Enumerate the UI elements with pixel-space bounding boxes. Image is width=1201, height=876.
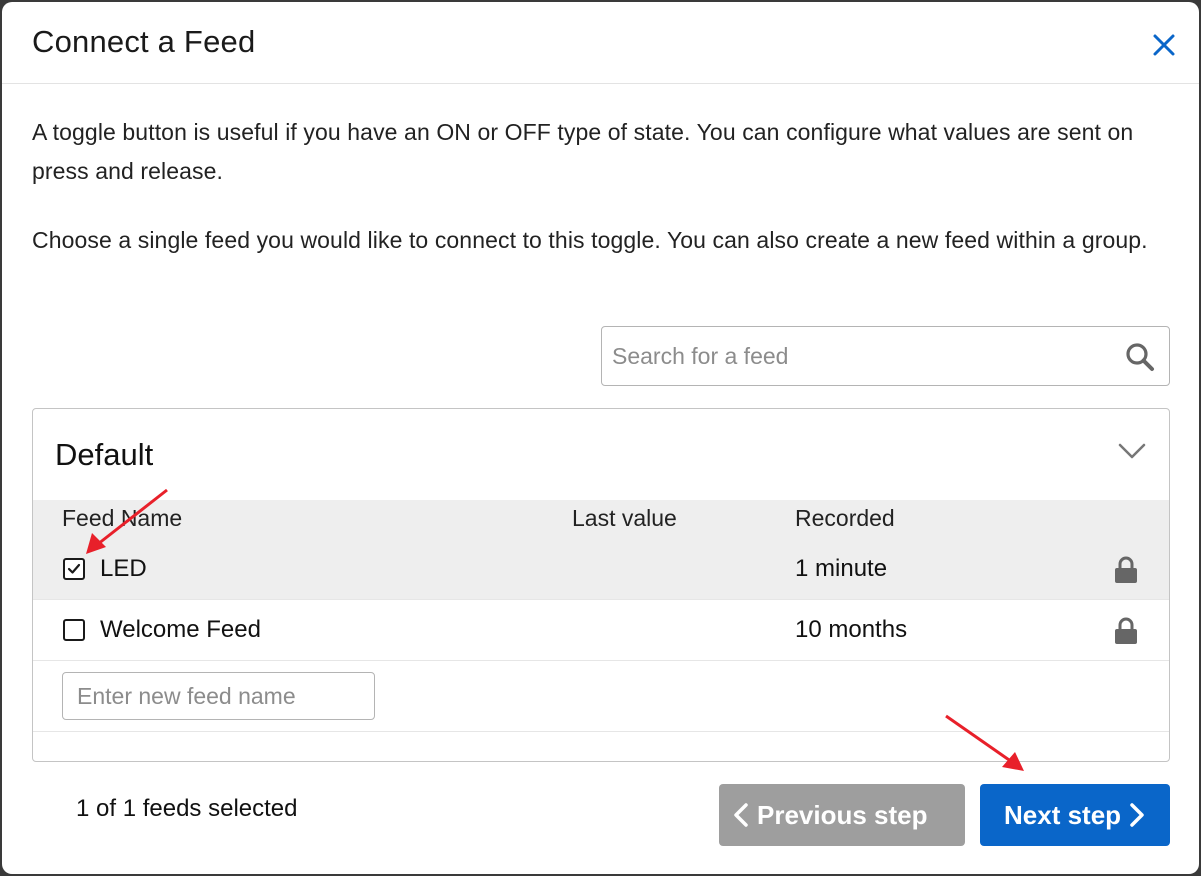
table-row[interactable]: Welcome Feed 10 months bbox=[33, 601, 1169, 661]
modal-title: Connect a Feed bbox=[32, 24, 256, 59]
feed-group-panel: Default Feed Name Last value Recorded LE… bbox=[32, 408, 1170, 762]
new-feed-row bbox=[33, 662, 1169, 732]
connect-feed-modal: Connect a Feed A toggle button is useful… bbox=[2, 2, 1199, 874]
lock-icon bbox=[1115, 617, 1137, 644]
feed-name: LED bbox=[100, 555, 147, 582]
description-text: A toggle button is useful if you have an… bbox=[32, 119, 1134, 184]
previous-step-button[interactable]: Previous step bbox=[719, 784, 965, 846]
instruction-text: Choose a single feed you would like to c… bbox=[32, 227, 1148, 253]
next-step-label: Next step bbox=[1004, 799, 1122, 830]
column-recorded: Recorded bbox=[795, 505, 895, 531]
feed-search-box bbox=[601, 326, 1170, 386]
column-last-value: Last value bbox=[572, 505, 677, 531]
checkmark-icon bbox=[67, 563, 81, 574]
group-title: Default bbox=[55, 437, 154, 472]
feed-name: Welcome Feed bbox=[100, 616, 261, 643]
selected-count: 1 of 1 feeds selected bbox=[76, 795, 298, 822]
chevron-right-icon bbox=[1130, 803, 1144, 827]
next-step-button[interactable]: Next step bbox=[980, 784, 1170, 846]
column-feed-name: Feed Name bbox=[62, 505, 183, 531]
close-icon bbox=[1153, 34, 1175, 56]
chevron-left-icon bbox=[734, 803, 748, 827]
feed-table-header: Feed Name Last value Recorded bbox=[33, 500, 1169, 540]
close-button[interactable] bbox=[1147, 28, 1181, 62]
feed-checkbox[interactable] bbox=[63, 619, 85, 641]
lock-icon bbox=[1115, 556, 1137, 583]
new-feed-name-input[interactable] bbox=[62, 672, 375, 720]
feed-recorded: 10 months bbox=[795, 616, 908, 643]
search-icon[interactable] bbox=[1125, 342, 1155, 372]
previous-step-label: Previous step bbox=[757, 799, 928, 830]
search-input[interactable] bbox=[612, 337, 1112, 375]
feed-recorded: 1 minute bbox=[795, 555, 888, 582]
feed-checkbox-checked[interactable] bbox=[63, 558, 85, 580]
chevron-down-icon[interactable] bbox=[1117, 441, 1147, 461]
table-row[interactable]: LED 1 minute bbox=[33, 540, 1169, 600]
modal-header: Connect a Feed bbox=[2, 2, 1199, 84]
